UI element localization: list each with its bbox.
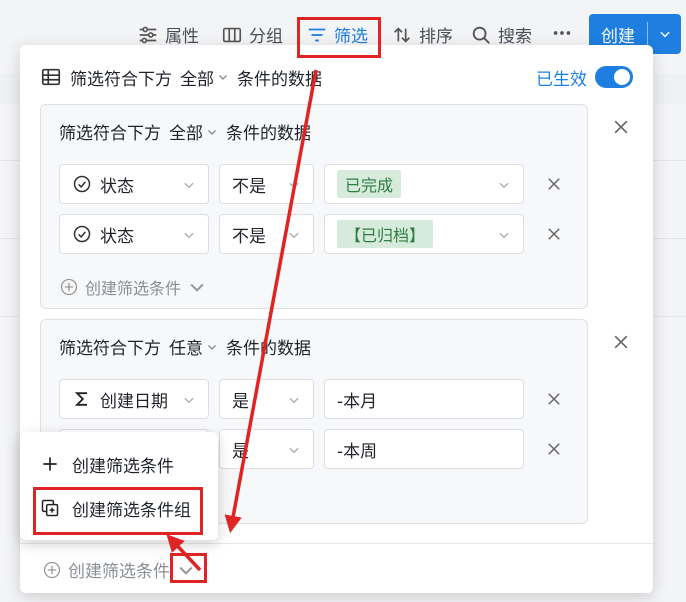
chevron-down-icon <box>208 344 216 350</box>
group-head-prefix: 筛选符合下方 <box>59 124 161 144</box>
properties-label: 属性 <box>165 27 199 47</box>
annotation-box-filter <box>297 17 381 58</box>
properties-button[interactable]: 属性 <box>137 22 199 47</box>
chevron-down-icon <box>184 232 194 239</box>
add-condition-button[interactable]: 创建筛选条件 <box>59 275 207 299</box>
chevron-down-icon <box>659 31 670 38</box>
filter-condition-row: 状态 不是 已完成 <box>59 164 569 204</box>
status-circle-check-icon <box>73 225 91 243</box>
search-label: 搜索 <box>498 27 532 47</box>
sort-icon <box>394 26 410 43</box>
value-text: -本月 <box>337 391 378 412</box>
chevron-down-icon <box>219 75 227 80</box>
close-icon[interactable] <box>611 117 631 137</box>
more-icon <box>553 31 571 35</box>
bottom-add-label: 创建筛选条件 <box>68 562 170 582</box>
remove-condition-icon[interactable] <box>545 225 563 243</box>
remove-condition-icon[interactable] <box>545 175 563 193</box>
table-icon <box>41 68 61 86</box>
active-label: 已生效 <box>536 69 587 90</box>
operator-select[interactable]: 不是 <box>219 214 314 254</box>
group-head-suffix: 条件的数据 <box>226 124 311 144</box>
plus-icon <box>43 457 57 471</box>
add-condition-label: 创建筛选条件 <box>85 279 182 298</box>
panel-divider <box>20 543 653 544</box>
filter-condition-row: 创建日期 是 -本月 <box>59 379 569 419</box>
annotation-box-add-group <box>33 487 203 535</box>
panel-header: 筛选符合下方 全部 条件的数据 已生效 <box>40 63 633 91</box>
chevron-down-icon <box>499 182 509 189</box>
group-label: 分组 <box>249 27 283 47</box>
columns-icon <box>222 27 242 42</box>
sort-label: 排序 <box>419 27 453 47</box>
group-head-suffix: 条件的数据 <box>226 339 311 359</box>
panel-match-mode-value: 全部 <box>180 69 214 90</box>
status-circle-check-icon <box>73 175 91 193</box>
toggle-switch[interactable] <box>595 66 633 88</box>
more-button[interactable] <box>551 22 573 44</box>
panel-head-suffix: 条件的数据 <box>237 69 322 90</box>
create-label: 创建 <box>601 26 635 47</box>
value-text: -本周 <box>337 441 378 462</box>
group-match-mode-value: 全部 <box>169 124 203 144</box>
operator-value: 是 <box>232 441 249 462</box>
filter-active-toggle[interactable]: 已生效 <box>536 65 633 90</box>
search-icon <box>472 26 490 44</box>
menu-item-add-condition[interactable]: 创建筛选条件 <box>40 450 174 478</box>
operator-select[interactable]: 是 <box>219 429 314 469</box>
group-match-mode-value: 任意 <box>169 339 203 359</box>
chevron-down-icon <box>499 232 509 239</box>
remove-condition-icon[interactable] <box>545 390 563 408</box>
group-match-mode-select[interactable]: 全部 <box>169 119 218 144</box>
value-select[interactable]: 已完成 <box>324 164 524 204</box>
chevron-down-icon <box>184 182 194 189</box>
plus-circle-icon <box>43 561 61 578</box>
sort-button[interactable]: 排序 <box>391 22 453 47</box>
chevron-down-icon <box>289 232 299 239</box>
search-button[interactable]: 搜索 <box>470 22 532 47</box>
chevron-down-icon <box>289 447 299 454</box>
group-button[interactable]: 分组 <box>221 22 283 47</box>
chevron-down-icon <box>208 129 216 135</box>
field-value: 状态 <box>100 226 134 247</box>
field-select[interactable]: 状态 <box>59 164 209 204</box>
value-select[interactable]: 【已归档】 <box>324 214 524 254</box>
chevron-down-icon <box>289 182 299 189</box>
value-input[interactable]: -本月 <box>324 379 524 419</box>
chevron-down-icon <box>190 283 204 292</box>
group-match-mode-select[interactable]: 任意 <box>169 334 218 359</box>
remove-condition-icon[interactable] <box>545 440 563 458</box>
field-value: 状态 <box>100 176 134 197</box>
filter-condition-row: 状态 不是 【已归档】 <box>59 214 569 254</box>
option-tag: 已完成 <box>337 170 402 198</box>
filter-group: 筛选符合下方 全部 条件的数据 状态 不是 已完成 状态 不是 【已归档】 创建… <box>40 104 628 309</box>
operator-select[interactable]: 不是 <box>219 164 314 204</box>
operator-value: 不是 <box>232 226 266 247</box>
menu-item-label: 创建筛选条件 <box>72 456 174 477</box>
group-header: 筛选符合下方 全部 条件的数据 <box>59 119 311 144</box>
field-select[interactable]: 状态 <box>59 214 209 254</box>
panel-match-mode-select[interactable]: 全部 <box>180 65 229 90</box>
create-dropdown-toggle[interactable] <box>648 27 681 41</box>
field-select[interactable]: 创建日期 <box>59 379 209 419</box>
sigma-icon <box>74 392 87 406</box>
operator-value: 不是 <box>232 176 266 197</box>
close-icon[interactable] <box>611 332 631 352</box>
annotation-box-dropdown <box>170 553 207 583</box>
field-value: 创建日期 <box>100 391 168 412</box>
value-input[interactable]: -本周 <box>324 429 524 469</box>
operator-select[interactable]: 是 <box>219 379 314 419</box>
option-tag: 【已归档】 <box>337 220 434 248</box>
operator-value: 是 <box>232 391 249 412</box>
sliders-icon <box>139 26 157 43</box>
chevron-down-icon <box>184 397 194 404</box>
group-head-prefix: 筛选符合下方 <box>59 339 161 359</box>
plus-circle-icon <box>60 278 78 296</box>
chevron-down-icon <box>289 397 299 404</box>
group-header: 筛选符合下方 任意 条件的数据 <box>59 334 311 359</box>
panel-head-prefix: 筛选符合下方 <box>70 69 172 90</box>
